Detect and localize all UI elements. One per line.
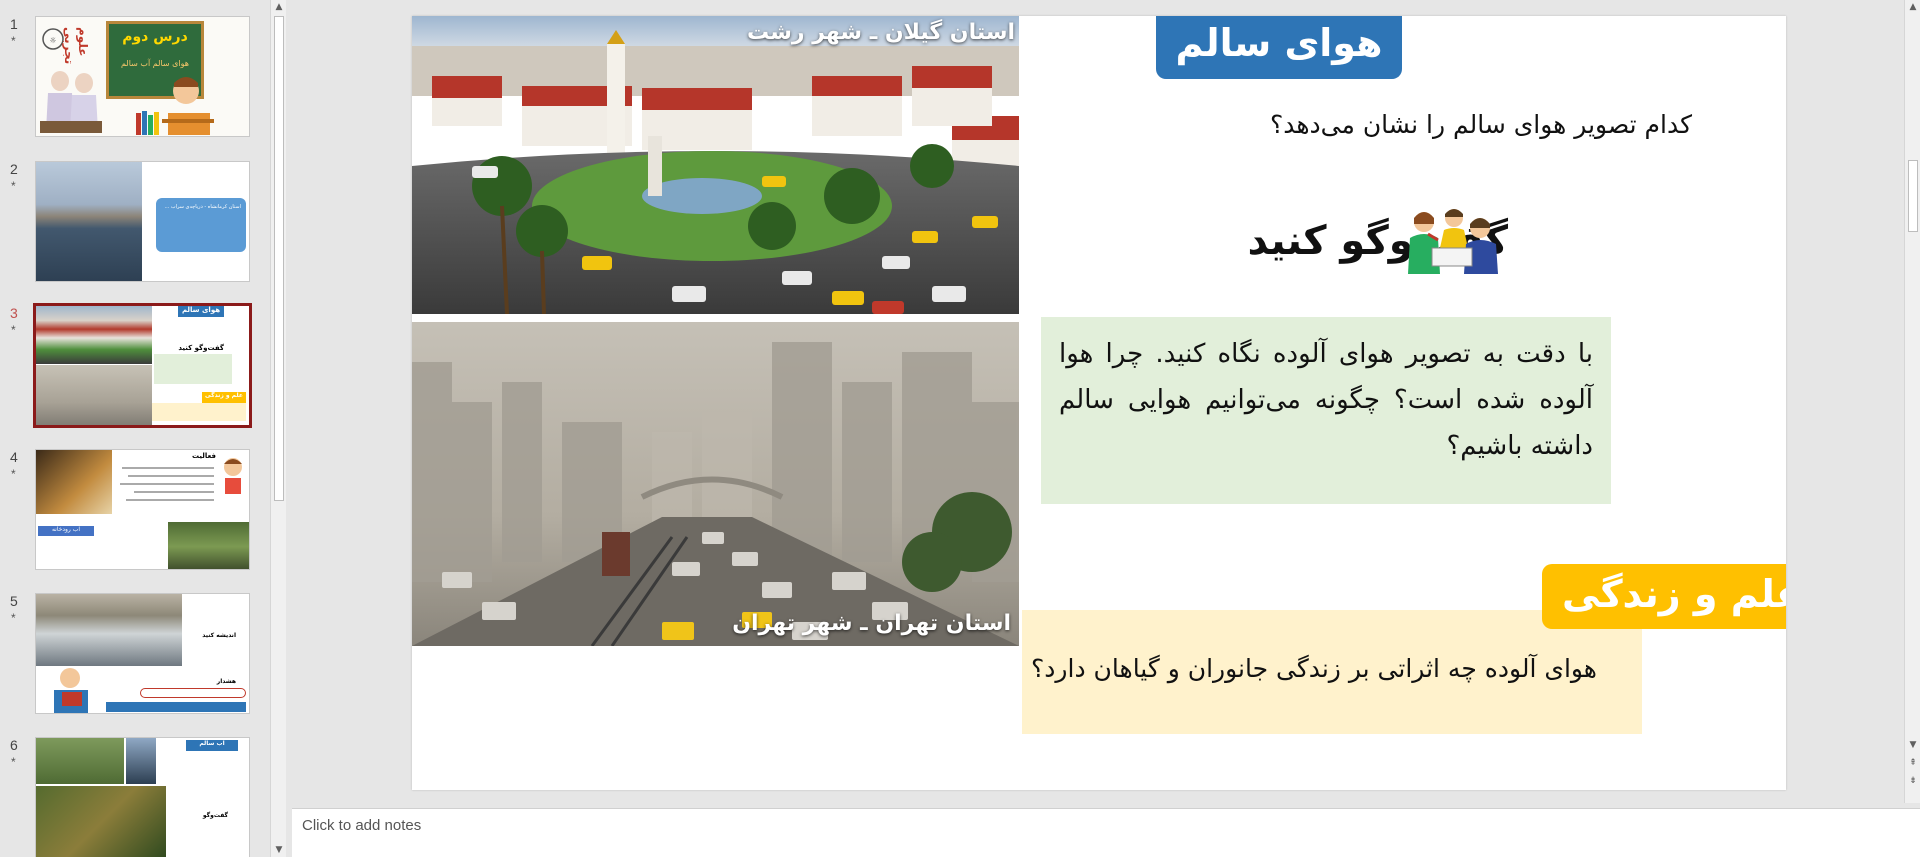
slide-thumbnail-6[interactable]: آب سالم گفت‌وگو <box>35 737 250 857</box>
lake-photo <box>36 162 142 281</box>
children-illustration <box>40 61 102 133</box>
scroll-thumb[interactable] <box>1908 160 1918 232</box>
mini-think: اندیشه کنید <box>202 632 236 639</box>
mini-title: هوای سالم <box>178 306 224 317</box>
photo-caption-tehran: استان تهران ـ شهر تهران <box>732 611 1011 636</box>
mini-warning: هشدار <box>216 678 236 685</box>
next-slide-icon[interactable]: ⇟ <box>1905 774 1920 788</box>
slide-editor: استان گیلان ـ شهر رشت استان تهران ـ شهر … <box>292 0 1900 803</box>
editor-scrollbar[interactable]: ▲ ▼ ⇞ ⇟ <box>1904 0 1920 803</box>
scroll-down-icon[interactable]: ▼ <box>271 843 287 857</box>
slide-thumbnail-pane: 1 * ☼ علوم تجربی درس دوم هوای سالم آب سا… <box>0 0 286 857</box>
mini-footer-bar <box>106 702 246 712</box>
notes-placeholder[interactable]: Click to add notes <box>302 817 421 834</box>
slide-number: 6 <box>10 737 18 753</box>
discussion-box[interactable]: با دقت به تصویر هوای آلوده نگاه کنید. چر… <box>1041 317 1611 504</box>
science-life-heading[interactable]: علم و زندگی <box>1542 564 1786 629</box>
teacher-illustration <box>36 664 106 713</box>
slide-number: 4 <box>10 449 18 465</box>
slide-thumbnail-5[interactable]: اندیشه کنید هشدار <box>35 593 250 714</box>
dead-fish-photo <box>36 594 182 666</box>
scroll-thumb[interactable] <box>274 16 284 501</box>
slide-number: 2 <box>10 161 18 177</box>
scroll-up-icon[interactable]: ▲ <box>271 0 287 14</box>
mini-science: علم و زندگی <box>202 392 246 403</box>
animation-star-icon: * <box>11 611 16 625</box>
board-subtitle: هوای سالم آب سالم <box>120 59 190 68</box>
mini-tag: آب رودخانه <box>38 526 94 536</box>
slide-title[interactable]: هوای سالم <box>1156 16 1402 79</box>
mini-discuss: گفت‌وگو <box>202 812 228 819</box>
animation-star-icon: * <box>11 755 16 769</box>
river-photo <box>168 522 249 569</box>
scroll-up-icon[interactable]: ▲ <box>1905 0 1920 14</box>
board-title: درس دوم <box>122 29 188 45</box>
animation-star-icon: * <box>11 179 16 193</box>
animal-drinking-photo <box>36 786 166 857</box>
scroll-down-icon[interactable]: ▼ <box>1905 738 1920 752</box>
slide-thumbnail-1[interactable]: ☼ علوم تجربی درس دوم هوای سالم آب سالم <box>35 16 250 137</box>
animation-star-icon: * <box>11 467 16 481</box>
text-lines <box>118 464 214 508</box>
girl-icon <box>218 454 248 494</box>
group-discussion-icon <box>1404 204 1500 274</box>
svg-text:☼: ☼ <box>49 36 56 45</box>
mini-yellow-box <box>152 403 246 421</box>
mini-title: آب سالم <box>186 740 238 751</box>
slide-number: 1 <box>10 16 18 32</box>
discussion-text: با دقت به تصویر هوای آلوده نگاه کنید. چر… <box>1059 339 1593 461</box>
books-icon <box>134 109 160 135</box>
tehran-city-photo[interactable]: استان تهران ـ شهر تهران <box>412 322 1019 646</box>
tehran-photo <box>36 365 152 425</box>
mini-discuss: گفت‌وگو کنید <box>178 344 224 352</box>
field-photo <box>36 738 124 784</box>
science-question-text: هوای آلوده چه اثراتی بر زندگی جانوران و … <box>1031 654 1597 683</box>
lake-photo-small <box>126 738 156 784</box>
slide-number: 5 <box>10 593 18 609</box>
rasht-photo <box>36 306 152 364</box>
slide-thumbnail-3[interactable]: هوای سالم گفت‌وگو کنید علم و زندگی <box>33 303 252 428</box>
slide-number: 3 <box>10 305 18 321</box>
previous-slide-icon[interactable]: ⇞ <box>1905 756 1920 770</box>
caption-box: استان کرمانشاه - دریاچه‌ی سراب ... <box>156 198 246 252</box>
water-jar-photo <box>36 450 112 514</box>
photo-caption-rasht: استان گیلان ـ شهر رشت <box>746 20 1015 45</box>
animation-star-icon: * <box>11 34 16 48</box>
question-text[interactable]: کدام تصویر هوای سالم را نشان می‌دهد؟ <box>1270 110 1692 139</box>
notes-pane[interactable]: Click to add notes <box>292 808 1920 857</box>
mini-activity: فعالیت <box>191 452 216 460</box>
slide-canvas[interactable]: استان گیلان ـ شهر رشت استان تهران ـ شهر … <box>412 16 1786 790</box>
boy-reading-illustration <box>154 69 214 135</box>
slide-thumbnail-2[interactable]: استان کرمانشاه - دریاچه‌ی سراب ... <box>35 161 250 282</box>
mini-warning-box <box>140 688 246 698</box>
rasht-city-photo[interactable]: استان گیلان ـ شهر رشت <box>412 16 1019 314</box>
animation-star-icon: * <box>11 323 16 337</box>
slide-thumbnail-4[interactable]: فعالیت آب رودخانه <box>35 449 250 570</box>
mini-green-box <box>154 354 232 384</box>
thumbnail-scrollbar[interactable]: ▲ ▼ <box>270 0 286 857</box>
